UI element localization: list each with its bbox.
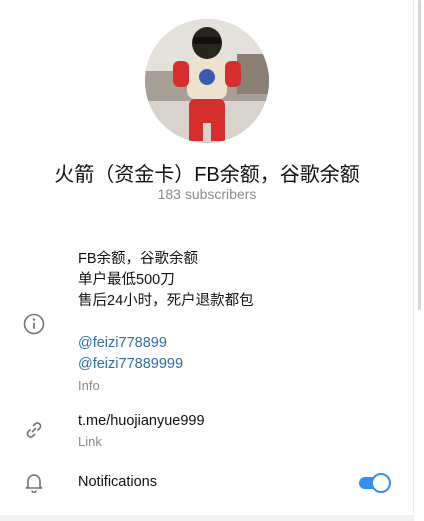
bottom-divider [0,515,414,521]
notifications-toggle[interactable] [357,472,391,493]
info-icon [23,313,45,335]
info-line-2: 单户最低500刀 [78,272,175,288]
info-line-3: 售后24小时，死户退款都包 [78,293,254,309]
mention-link-1[interactable]: @feizi778899 [78,333,254,354]
channel-avatar[interactable] [145,19,269,143]
link-row[interactable]: t.me/huojianyue999 Link [78,411,205,451]
notifications-label: Notifications [78,474,157,490]
channel-info: FB余额，谷歌余额 单户最低500刀 售后24小时，死户退款都包 @feizi7… [78,249,254,396]
info-label: Info [78,378,100,393]
toggle-knob [371,473,391,493]
link-value[interactable]: t.me/huojianyue999 [78,411,205,432]
subscriber-count: 183 subscribers [157,186,257,202]
link-label: Link [78,434,102,449]
info-line-1: FB余额，谷歌余额 [78,251,199,267]
bell-icon [23,471,45,494]
link-icon [23,419,45,441]
scrollbar-thumb[interactable] [418,0,421,310]
mention-link-2[interactable]: @feizi77889999 [78,354,254,375]
channel-title: 火箭（资金卡）FB余额，谷歌余额 [54,164,360,186]
scrollbar[interactable] [413,0,424,521]
